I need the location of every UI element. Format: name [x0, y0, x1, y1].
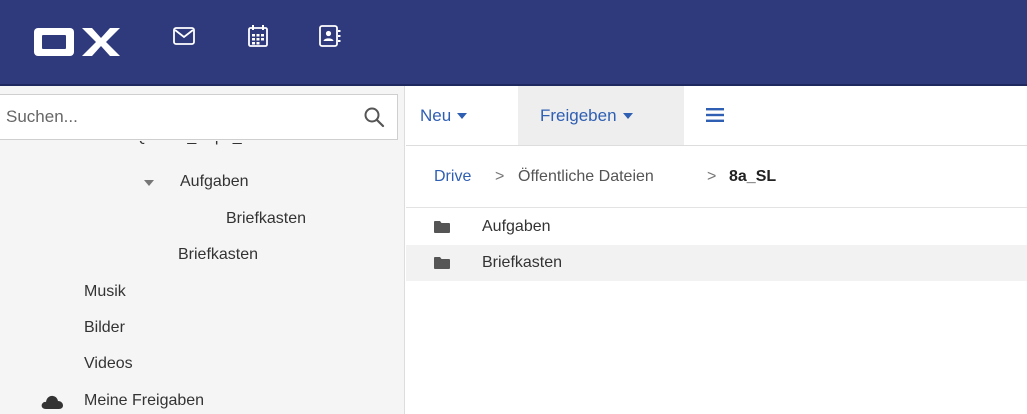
tree-item-musik[interactable]: Musik — [0, 274, 404, 310]
breadcrumb-drive[interactable]: Drive — [434, 146, 471, 208]
file-list: Aufgaben Briefkasten — [406, 209, 1027, 414]
folder-icon — [434, 257, 450, 269]
new-button[interactable]: Neu — [406, 86, 483, 145]
hamburger-menu-icon[interactable] — [706, 108, 724, 122]
tree-item-label: Musik — [84, 283, 126, 300]
breadcrumb-current: 8a_SL — [729, 168, 777, 185]
tree-item-label: Briefkasten — [178, 246, 259, 263]
file-name: Briefkasten — [482, 254, 563, 271]
breadcrumb: Drive > Öffentliche Dateien > 8a_SL — [406, 146, 1027, 208]
tree-item-videos[interactable]: Videos — [0, 346, 404, 382]
tree-item-label: Briefkasten — [226, 210, 307, 227]
tree-item-label: Meine Freigaben — [84, 392, 205, 409]
search-icon[interactable] — [363, 106, 385, 128]
folder-sidebar: Q1a Fd_Wipo_SL Aufgaben Briefkasten Brie… — [0, 86, 405, 414]
tree-item-bilder[interactable]: Bilder — [0, 310, 404, 346]
caret-down-icon[interactable] — [144, 180, 154, 186]
tree-item-label: Q1a Fd_Wipo_SL — [134, 141, 261, 155]
toolbar: Neu Freigeben — [406, 86, 1027, 146]
search-input[interactable] — [0, 95, 340, 139]
tree-item-partial[interactable]: Q1a Fd_Wipo_SL — [0, 141, 404, 155]
tree-item-aufgaben[interactable]: Aufgaben — [0, 164, 404, 200]
folder-tree: Q1a Fd_Wipo_SL Aufgaben Briefkasten Brie… — [0, 141, 404, 414]
tree-item-meine-freigaben[interactable]: Meine Freigaben — [0, 383, 404, 414]
share-button[interactable]: Freigeben — [518, 86, 684, 145]
tree-item-label: Videos — [84, 355, 133, 372]
contacts-icon[interactable] — [316, 22, 344, 50]
tree-item-label: Aufgaben — [180, 173, 249, 190]
breadcrumb-public-files[interactable]: Öffentliche Dateien — [518, 146, 654, 208]
list-item[interactable]: Aufgaben — [406, 209, 1027, 245]
search-box — [0, 94, 398, 140]
breadcrumb-separator: > — [495, 168, 505, 185]
tree-item-label: Bilder — [84, 319, 125, 336]
share-button-label: Freigeben — [540, 106, 617, 125]
folder-icon — [434, 221, 450, 233]
top-bar — [0, 0, 1027, 86]
cloud-icon — [41, 395, 63, 409]
tree-item-briefkasten[interactable]: Briefkasten — [0, 237, 404, 273]
calendar-icon[interactable] — [244, 22, 272, 50]
breadcrumb-separator: > — [707, 168, 717, 185]
new-button-label: Neu — [420, 106, 452, 125]
caret-down-icon — [622, 112, 633, 119]
mail-icon[interactable] — [170, 22, 198, 50]
file-name: Aufgaben — [482, 218, 551, 235]
tree-item-briefkasten-nested[interactable]: Briefkasten — [0, 201, 404, 237]
caret-down-icon — [457, 112, 468, 119]
list-item[interactable]: Briefkasten — [406, 245, 1027, 281]
ox-logo[interactable] — [32, 24, 132, 60]
